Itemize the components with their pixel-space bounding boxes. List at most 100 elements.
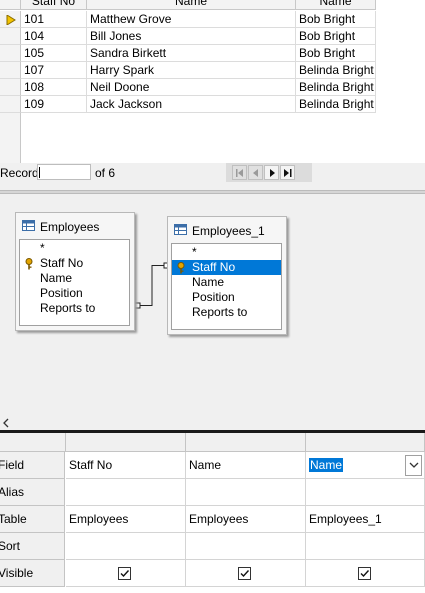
table-cell[interactable]: Bob Bright xyxy=(296,45,376,62)
row-selector[interactable] xyxy=(0,79,21,96)
table-icon xyxy=(174,224,187,235)
check-icon xyxy=(120,570,130,578)
criteria-column-header[interactable] xyxy=(186,433,306,452)
criteria-visible-cell xyxy=(186,560,306,587)
criteria-field-cell[interactable]: Name xyxy=(186,452,306,479)
table-cell[interactable]: 109 xyxy=(21,96,87,113)
query-result-grid: Staff No Name Name 101 Matthew Grove Bob… xyxy=(0,0,425,163)
criteria-alias-cell[interactable] xyxy=(186,479,306,506)
criteria-field-combobox[interactable]: Name xyxy=(306,452,425,479)
criteria-table-cell[interactable]: Employees xyxy=(66,506,186,533)
table-cell[interactable]: Jack Jackson xyxy=(87,96,296,113)
previous-record-icon xyxy=(253,169,258,177)
column-header-name-2[interactable]: Name xyxy=(296,0,376,10)
row-selector[interactable] xyxy=(0,28,21,45)
first-record-icon xyxy=(236,169,243,177)
table-cell[interactable]: 107 xyxy=(21,62,87,79)
table-window-employees[interactable]: Employees * Staff No Name Position Repor… xyxy=(15,212,135,331)
table-cell[interactable]: 101 xyxy=(21,11,87,28)
field-dropdown-button[interactable] xyxy=(405,455,422,476)
field-label: Staff No xyxy=(40,256,84,270)
table-cell[interactable]: Harry Spark xyxy=(87,62,296,79)
criteria-sort-cell[interactable] xyxy=(66,533,186,560)
table-cell[interactable]: 104 xyxy=(21,28,87,45)
criteria-field-cell[interactable]: Staff No xyxy=(66,452,186,479)
field-item-name[interactable]: Name xyxy=(172,275,281,290)
next-record-icon xyxy=(270,169,275,177)
scroll-left-icon[interactable] xyxy=(2,418,10,428)
text-cursor xyxy=(39,167,40,178)
field-item-all[interactable]: * xyxy=(20,241,129,256)
previous-record-button[interactable] xyxy=(248,165,263,180)
last-record-button[interactable] xyxy=(280,165,295,180)
field-item-reports-to[interactable]: Reports to xyxy=(172,305,281,320)
criteria-sort-cell[interactable] xyxy=(186,533,306,560)
record-label: Record xyxy=(0,166,39,180)
field-item-position[interactable]: Position xyxy=(20,286,129,301)
visible-checkbox[interactable] xyxy=(238,567,251,580)
row-label-alias: Alias xyxy=(0,479,65,506)
field-item-name[interactable]: Name xyxy=(20,271,129,286)
column-header-name[interactable]: Name xyxy=(87,0,296,10)
selected-field-text[interactable]: Name xyxy=(309,458,344,472)
check-icon xyxy=(360,570,370,578)
table-cell[interactable]: Bob Bright xyxy=(296,11,376,28)
row-label-field: Field xyxy=(0,452,65,479)
last-record-icon xyxy=(284,169,292,177)
key-icon xyxy=(25,258,33,270)
record-number-input[interactable] xyxy=(37,164,91,180)
row-selector[interactable] xyxy=(0,62,21,79)
table-cell[interactable]: Bob Bright xyxy=(296,28,376,45)
criteria-column-header[interactable] xyxy=(66,433,186,452)
query-criteria-grid: Field Alias Table Sort Visible Staff No … xyxy=(0,433,425,593)
criteria-column-header[interactable] xyxy=(306,433,425,452)
horizontal-scrollbar[interactable] xyxy=(0,415,425,430)
field-item-staff-no-selected[interactable]: Staff No xyxy=(172,260,281,275)
table-cell[interactable]: Bill Jones xyxy=(87,28,296,45)
row-selector[interactable] xyxy=(0,45,21,62)
table-title: Employees_1 xyxy=(192,224,265,238)
table-cell[interactable]: Sandra Birkett xyxy=(87,45,296,62)
criteria-corner xyxy=(0,433,66,452)
table-icon xyxy=(22,220,35,231)
record-navigation-bar: Record of 6 xyxy=(0,163,425,182)
row-selector[interactable] xyxy=(0,96,21,113)
criteria-alias-cell[interactable] xyxy=(306,479,425,506)
criteria-sort-cell[interactable] xyxy=(306,533,425,560)
record-count-label: of 6 xyxy=(95,166,116,180)
table-cell[interactable]: Belinda Bright xyxy=(296,96,376,113)
field-item-staff-no[interactable]: Staff No xyxy=(20,256,129,271)
visible-checkbox[interactable] xyxy=(358,567,371,580)
current-row-arrow-icon xyxy=(6,15,16,25)
field-item-reports-to[interactable]: Reports to xyxy=(20,301,129,316)
row-label-table: Table xyxy=(0,506,65,533)
criteria-visible-cell xyxy=(306,560,425,587)
first-record-button[interactable] xyxy=(232,165,247,180)
criteria-table-cell[interactable]: Employees xyxy=(186,506,306,533)
visible-checkbox[interactable] xyxy=(118,567,131,580)
table-cell[interactable]: 108 xyxy=(21,79,87,96)
table-cell[interactable]: Belinda Bright xyxy=(296,62,376,79)
field-list: * Staff No Name Position Reports to xyxy=(19,239,130,326)
criteria-alias-cell[interactable] xyxy=(66,479,186,506)
column-header-staff-no[interactable]: Staff No xyxy=(21,0,87,10)
field-item-all[interactable]: * xyxy=(172,245,281,260)
row-label-visible: Visible xyxy=(0,560,65,587)
field-label: Staff No xyxy=(192,260,236,274)
row-selector[interactable] xyxy=(0,11,21,28)
table-cell[interactable]: Belinda Bright xyxy=(296,79,376,96)
table-cell[interactable]: Neil Doone xyxy=(87,79,296,96)
table-window-employees-1[interactable]: Employees_1 * Staff No Name Position Rep… xyxy=(167,216,287,335)
field-item-position[interactable]: Position xyxy=(172,290,281,305)
key-icon xyxy=(177,262,185,274)
next-record-button[interactable] xyxy=(264,165,279,180)
chevron-down-icon xyxy=(409,462,419,468)
field-list: * Staff No Name Position Reports to xyxy=(171,243,282,330)
row-selector-column xyxy=(0,113,21,163)
table-cell[interactable]: Matthew Grove xyxy=(87,11,296,28)
criteria-table-cell[interactable]: Employees_1 xyxy=(306,506,425,533)
row-label-sort: Sort xyxy=(0,533,65,560)
table-cell[interactable]: 105 xyxy=(21,45,87,62)
table-title: Employees xyxy=(40,220,100,234)
check-icon xyxy=(240,570,250,578)
